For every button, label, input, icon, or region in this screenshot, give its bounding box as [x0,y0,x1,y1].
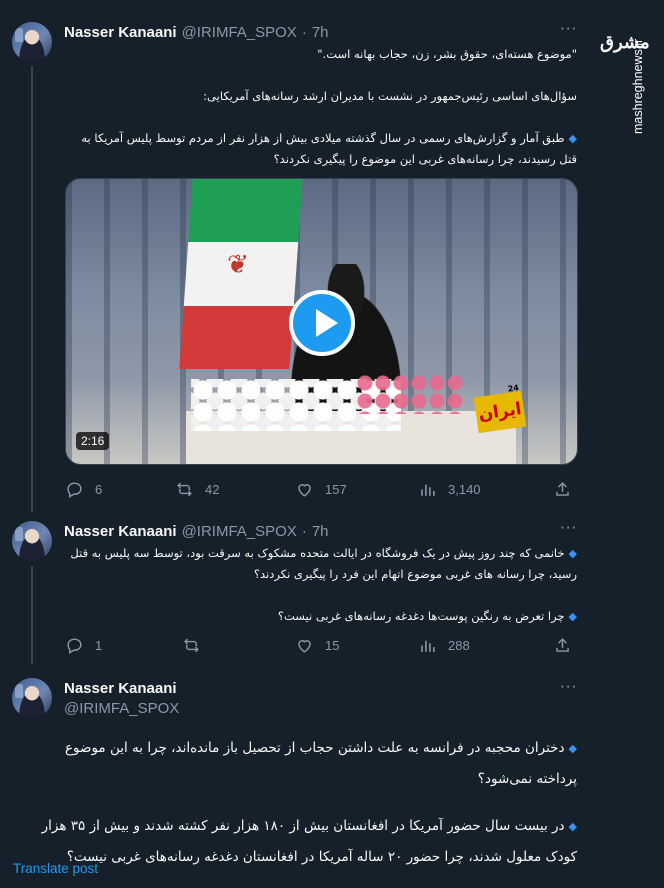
blue-diamond-icon: ◆ [568,742,577,755]
post-time[interactable]: 7h [312,523,329,540]
flag-emblem-icon: ❦ [225,249,250,280]
tweet-line: ◆خانمی که چند روز پیش در یک فروشگاه در ا… [70,546,577,560]
tweet-line: ◆دختران محجبه در فرانسه به علت داشتن حجا… [64,740,577,756]
reply-button[interactable]: 6 [65,480,102,499]
tweet-actions: 1 15 288 [65,636,575,656]
tweet-line: پرداخته نمی‌شود؟ [477,771,577,787]
author-handle[interactable]: @IRIMFA_SPOX [64,700,179,717]
tweet-line: سؤال‌های اساسی رئیس‌جمهور در نشست با مدی… [203,89,577,103]
repost-icon [184,638,199,653]
author-handle[interactable]: @IRIMFA_SPOX [182,24,297,41]
views-chart-icon [421,640,435,652]
tweet-text: ◆دختران محجبه در فرانسه به علت داشتن حجا… [20,733,577,873]
more-options-icon[interactable]: ··· [560,678,577,696]
channel-logo: 24 ایران [473,383,527,434]
repost-icon [177,482,192,497]
tweet-line: ◆طبق آمار و گزارش‌های رسمی در سال گذشته … [81,131,577,145]
brand-url: mashreghnews.ir [631,38,645,134]
tweet-text: "موضوع هسته‌ای، حقوق بشر، زن، حجاب بهانه… [64,44,577,170]
avatar[interactable] [12,22,52,62]
tweet-line: "موضوع هسته‌ای، حقوق بشر، زن، حجاب بهانه… [317,47,577,61]
video-player[interactable]: ❦ 24 ایران 2:16 [65,178,578,465]
views-button[interactable]: 288 [418,636,470,655]
author-name[interactable]: Nasser Kanaani [64,24,177,41]
tweet-actions: 6 42 157 3,140 [65,480,575,500]
like-count: 15 [325,638,340,653]
post-time[interactable]: 7h [312,24,329,41]
blue-diamond-icon: ◆ [568,820,577,833]
avatar[interactable] [12,521,52,561]
share-button[interactable] [553,480,583,499]
heart-icon [298,484,311,497]
thread-line [31,66,33,512]
blue-diamond-icon: ◆ [568,547,577,560]
blue-diamond-icon: ◆ [568,132,577,145]
tweet-line: کودک معلول شدند، چرا حضور ۲۰ ساله آمریکا… [66,849,577,865]
like-count: 157 [325,482,347,497]
reply-count: 6 [95,482,103,497]
tweet-header: Nasser Kanaani @IRIMFA_SPOX · 7h [64,24,329,41]
tweet-line: قتل رسیدند، چرا رسانه‌های غربی این موضوع… [273,152,577,166]
separator-dot: · [301,523,307,540]
repost-count: 42 [205,482,220,497]
tweet-header: Nasser Kanaani @IRIMFA_SPOX · 7h [64,523,329,540]
share-icon [556,638,569,652]
reply-count: 1 [95,638,103,653]
translate-post-link[interactable]: Translate post [13,861,98,876]
more-options-icon[interactable]: ··· [560,519,577,537]
share-icon [556,482,569,496]
tweet-line: ◆در بیست سال حضور آمریکا در افغانستان بی… [41,818,577,834]
view-count: 3,140 [448,482,481,497]
more-options-icon[interactable]: ··· [560,20,577,38]
author-handle[interactable]: @IRIMFA_SPOX [182,523,297,540]
reply-icon [67,482,82,498]
tweet-header: Nasser Kanaani [64,680,177,697]
heart-icon [298,640,311,653]
like-button[interactable]: 15 [295,636,339,655]
author-name[interactable]: Nasser Kanaani [64,680,177,697]
tweet-text: ◆خانمی که چند روز پیش در یک فروشگاه در ا… [64,543,577,627]
tweet-line: ◆چرا تعرض به رنگین پوست‌ها دغدغه رسانه‌ه… [277,609,577,623]
repost-button[interactable] [182,636,212,655]
share-button[interactable] [553,636,583,655]
reply-button[interactable]: 1 [65,636,102,655]
repost-button[interactable]: 42 [175,480,219,499]
like-button[interactable]: 157 [295,480,347,499]
tweet-header: @IRIMFA_SPOX [59,700,179,717]
rose-arrangement [356,374,466,414]
separator-dot: · [301,24,307,41]
avatar[interactable] [12,678,52,718]
thread-line [31,566,33,664]
views-chart-icon [421,484,435,496]
view-count: 288 [448,638,470,653]
views-button[interactable]: 3,140 [418,480,481,499]
tweet-line: رسید، چرا رسانه های غربی موضوع اتهام این… [253,567,577,581]
play-button[interactable] [289,290,355,356]
video-duration: 2:16 [76,432,110,450]
author-name[interactable]: Nasser Kanaani [64,523,177,540]
reply-icon [67,638,82,654]
blue-diamond-icon: ◆ [568,610,577,623]
